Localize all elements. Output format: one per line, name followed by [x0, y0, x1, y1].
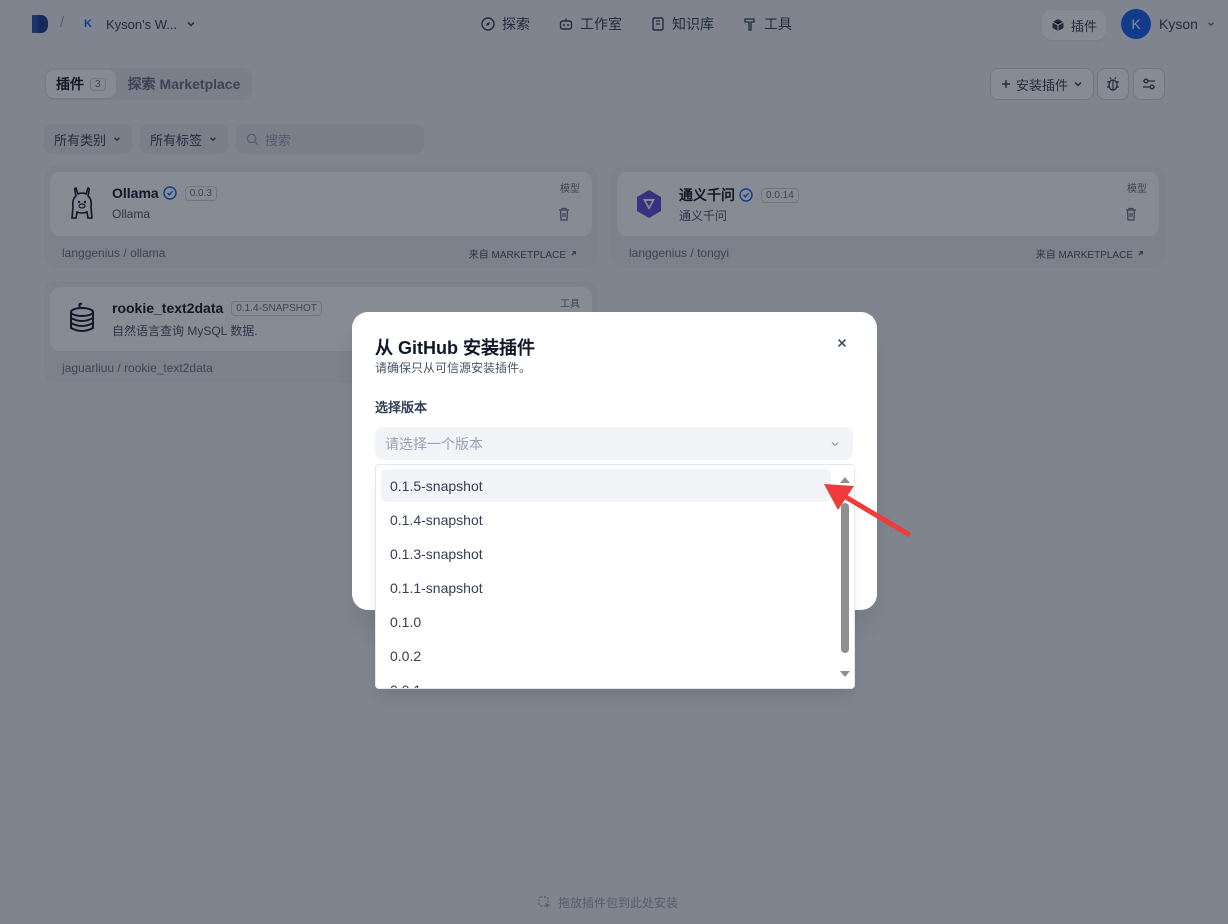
version-option[interactable]: 0.0.1: [381, 673, 831, 689]
chevron-down-icon: [831, 442, 839, 447]
dialog-title: 从 GitHub 安装插件: [375, 338, 535, 358]
version-option[interactable]: 0.1.1-snapshot: [381, 571, 831, 604]
version-option[interactable]: 0.0.2: [381, 639, 831, 672]
close-icon[interactable]: [834, 336, 850, 352]
version-option[interactable]: 0.1.4-snapshot: [381, 503, 831, 536]
annotation-arrow-icon: [824, 484, 911, 537]
select-placeholder: 请选择一个版本: [385, 435, 483, 452]
version-option[interactable]: 0.1.0: [381, 605, 831, 638]
scroll-down-icon[interactable]: [838, 669, 852, 679]
version-field-label: 选择版本: [375, 400, 428, 415]
version-option[interactable]: 0.1.5-snapshot: [381, 469, 831, 502]
version-option[interactable]: 0.1.3-snapshot: [381, 537, 831, 570]
version-dropdown: 0.1.5-snapshot 0.1.4-snapshot 0.1.3-snapsh…: [375, 464, 855, 689]
dialog-subtitle: 请确保只从可信源安装插件。: [375, 361, 532, 375]
version-select[interactable]: 请选择一个版本: [375, 427, 853, 460]
